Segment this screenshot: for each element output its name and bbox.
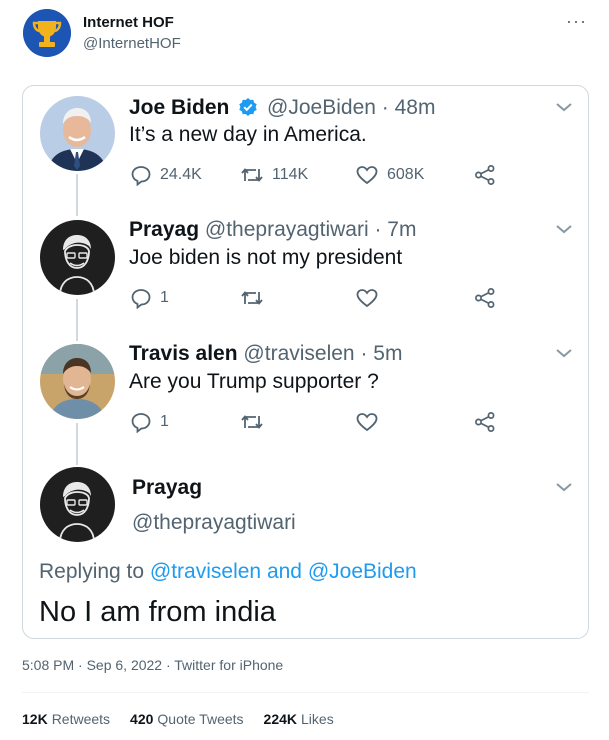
heart-icon	[356, 289, 378, 308]
likes-label: Likes	[301, 711, 334, 727]
reply-button[interactable]: 1	[130, 285, 169, 311]
outer-tweet-header: Internet HOF @InternetHOF ···	[0, 0, 609, 70]
focus-tweet-text: No I am from india	[39, 596, 276, 628]
more-options-icon[interactable]: ···	[566, 11, 587, 32]
retweet-icon	[241, 291, 263, 305]
travis-avatar-image	[40, 344, 115, 419]
retweet-button[interactable]	[240, 285, 264, 311]
retweet-button[interactable]	[240, 409, 264, 435]
avatar[interactable]	[40, 344, 115, 419]
display-name[interactable]: Prayag	[129, 218, 199, 241]
reply-icon	[131, 413, 151, 433]
reply-icon	[131, 289, 151, 309]
display-name[interactable]: Travis alen	[129, 342, 238, 365]
like-count: 608K	[387, 166, 425, 183]
heart-icon	[356, 413, 378, 432]
tweet-header: Travis alen @traviselen · 5m	[129, 342, 402, 366]
avatar[interactable]	[40, 220, 115, 295]
heart-icon	[356, 166, 378, 185]
outer-handle[interactable]: @InternetHOF	[83, 35, 181, 52]
avatar[interactable]	[40, 96, 115, 171]
chevron-down-icon[interactable]	[554, 346, 574, 360]
like-button[interactable]	[355, 285, 379, 311]
mention-link[interactable]: @traviselen	[150, 560, 261, 583]
quote-tweets-label: Quote Tweets	[157, 711, 244, 727]
tweet-header: Prayag @theprayagtiwari · 7m	[129, 218, 416, 242]
outer-display-name[interactable]: Internet HOF	[83, 14, 174, 31]
handle-and-time[interactable]: @JoeBiden · 48m	[267, 96, 435, 119]
chevron-down-icon[interactable]	[554, 100, 574, 114]
thread-connector	[76, 174, 78, 216]
engagement-stats: 12K Retweets 420 Quote Tweets 224K Likes	[22, 711, 354, 727]
trophy-icon	[23, 9, 71, 57]
tweet-actions: 1	[130, 285, 570, 311]
tweet-timestamp[interactable]: 5:08 PM · Sep 6, 2022 · Twitter for iPho…	[22, 657, 283, 673]
embedded-thread-card: Joe Biden @JoeBiden · 48m It’s a new day…	[22, 85, 589, 639]
handle-and-time[interactable]: @traviselen · 5m	[243, 342, 402, 365]
reply-button[interactable]: 1	[130, 409, 169, 435]
thread-connector	[76, 299, 78, 341]
handle-and-time[interactable]: @theprayagtiwari · 7m	[205, 218, 417, 241]
divider	[22, 692, 589, 693]
avatar[interactable]	[40, 467, 115, 542]
focus-display-name: Prayag	[132, 476, 202, 500]
retweets-label: Retweets	[51, 711, 111, 727]
share-icon	[475, 412, 495, 432]
focus-handle-row: @theprayagtiwari	[132, 511, 296, 535]
mention-link[interactable]: @JoeBiden	[308, 560, 417, 583]
retweet-count: 114K	[272, 166, 309, 183]
joe-biden-avatar-image	[40, 96, 115, 171]
like-button[interactable]: 608K	[355, 162, 424, 188]
quote-tweets-stat[interactable]: 420 Quote Tweets	[130, 711, 244, 727]
internet-hof-avatar[interactable]	[23, 9, 71, 57]
retweets-count: 12K	[22, 711, 48, 727]
reply-icon	[131, 166, 151, 186]
tweet-text: It’s a new day in America.	[129, 123, 367, 146]
like-button[interactable]	[355, 409, 379, 435]
quote-tweets-count: 420	[130, 711, 154, 727]
chevron-down-icon[interactable]	[554, 480, 574, 494]
replying-prefix: Replying to	[39, 560, 150, 583]
handle[interactable]: @theprayagtiwari	[132, 511, 296, 534]
share-button[interactable]	[473, 285, 497, 311]
mention-and: and	[261, 560, 308, 583]
reply-count: 1	[160, 289, 169, 306]
replying-to-line: Replying to @traviselen and @JoeBiden	[39, 560, 417, 584]
retweet-button[interactable]: 114K	[240, 162, 308, 188]
likes-count: 224K	[263, 711, 298, 727]
chevron-down-icon[interactable]	[554, 222, 574, 236]
share-button[interactable]	[473, 162, 497, 188]
tweet-text: Are you Trump supporter ?	[129, 370, 379, 393]
prayag-avatar-image	[40, 220, 115, 295]
share-button[interactable]	[473, 409, 497, 435]
verified-badge-icon	[238, 97, 258, 123]
prayag-avatar-image	[40, 467, 115, 542]
tweet-actions: 1	[130, 409, 570, 435]
thread-connector	[76, 423, 78, 465]
share-icon	[475, 165, 495, 185]
reply-count: 1	[160, 413, 169, 430]
share-icon	[475, 288, 495, 308]
reply-count: 24.4K	[160, 166, 202, 183]
tweet-header: Joe Biden @JoeBiden · 48m	[129, 96, 435, 123]
retweet-icon	[241, 415, 263, 429]
retweet-icon	[241, 168, 263, 182]
reply-button[interactable]: 24.4K	[130, 162, 202, 188]
retweets-stat[interactable]: 12K Retweets	[22, 711, 110, 727]
tweet-text: Joe biden is not my president	[129, 246, 403, 269]
display-name[interactable]: Joe Biden	[129, 96, 229, 119]
likes-stat[interactable]: 224K Likes	[264, 711, 334, 727]
tweet-actions: 24.4K 114K 608K	[130, 162, 570, 188]
display-name[interactable]: Prayag	[132, 476, 202, 499]
